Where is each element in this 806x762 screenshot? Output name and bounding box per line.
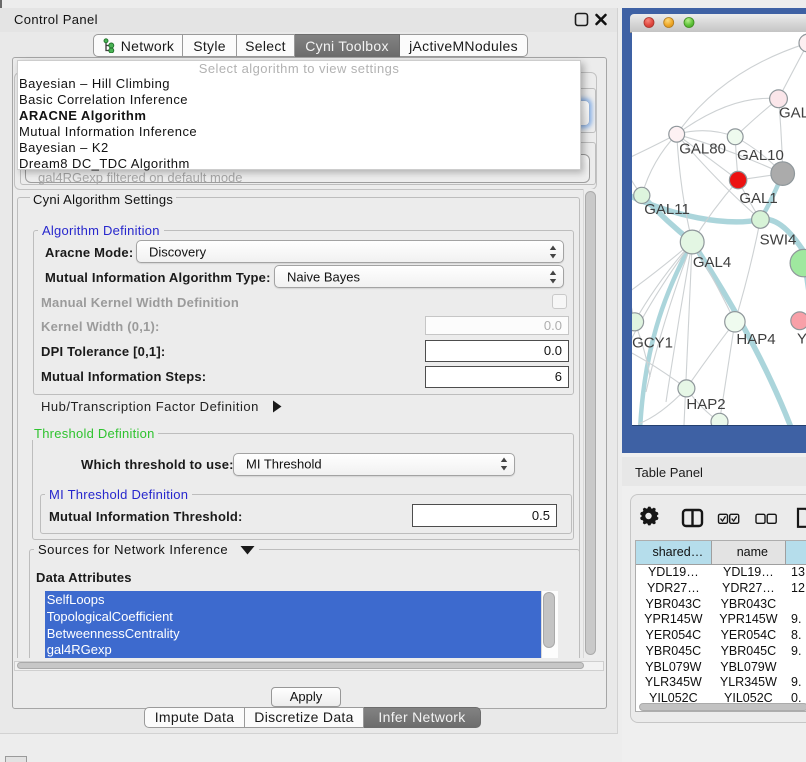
svg-text:GAL7: GAL7: [779, 105, 806, 122]
svg-text:YM: YM: [797, 330, 806, 347]
svg-text:SWI4: SWI4: [760, 231, 797, 248]
svg-text:HAP2: HAP2: [686, 396, 725, 413]
svg-text:GAL80: GAL80: [679, 140, 726, 157]
svg-text:HAP4: HAP4: [736, 331, 775, 348]
svg-text:GCY1: GCY1: [632, 335, 673, 352]
svg-text:GAL11: GAL11: [644, 201, 690, 218]
svg-text:GAL1: GAL1: [739, 190, 777, 207]
svg-text:GAL10: GAL10: [737, 147, 784, 164]
svg-text:GAL4: GAL4: [693, 254, 731, 271]
